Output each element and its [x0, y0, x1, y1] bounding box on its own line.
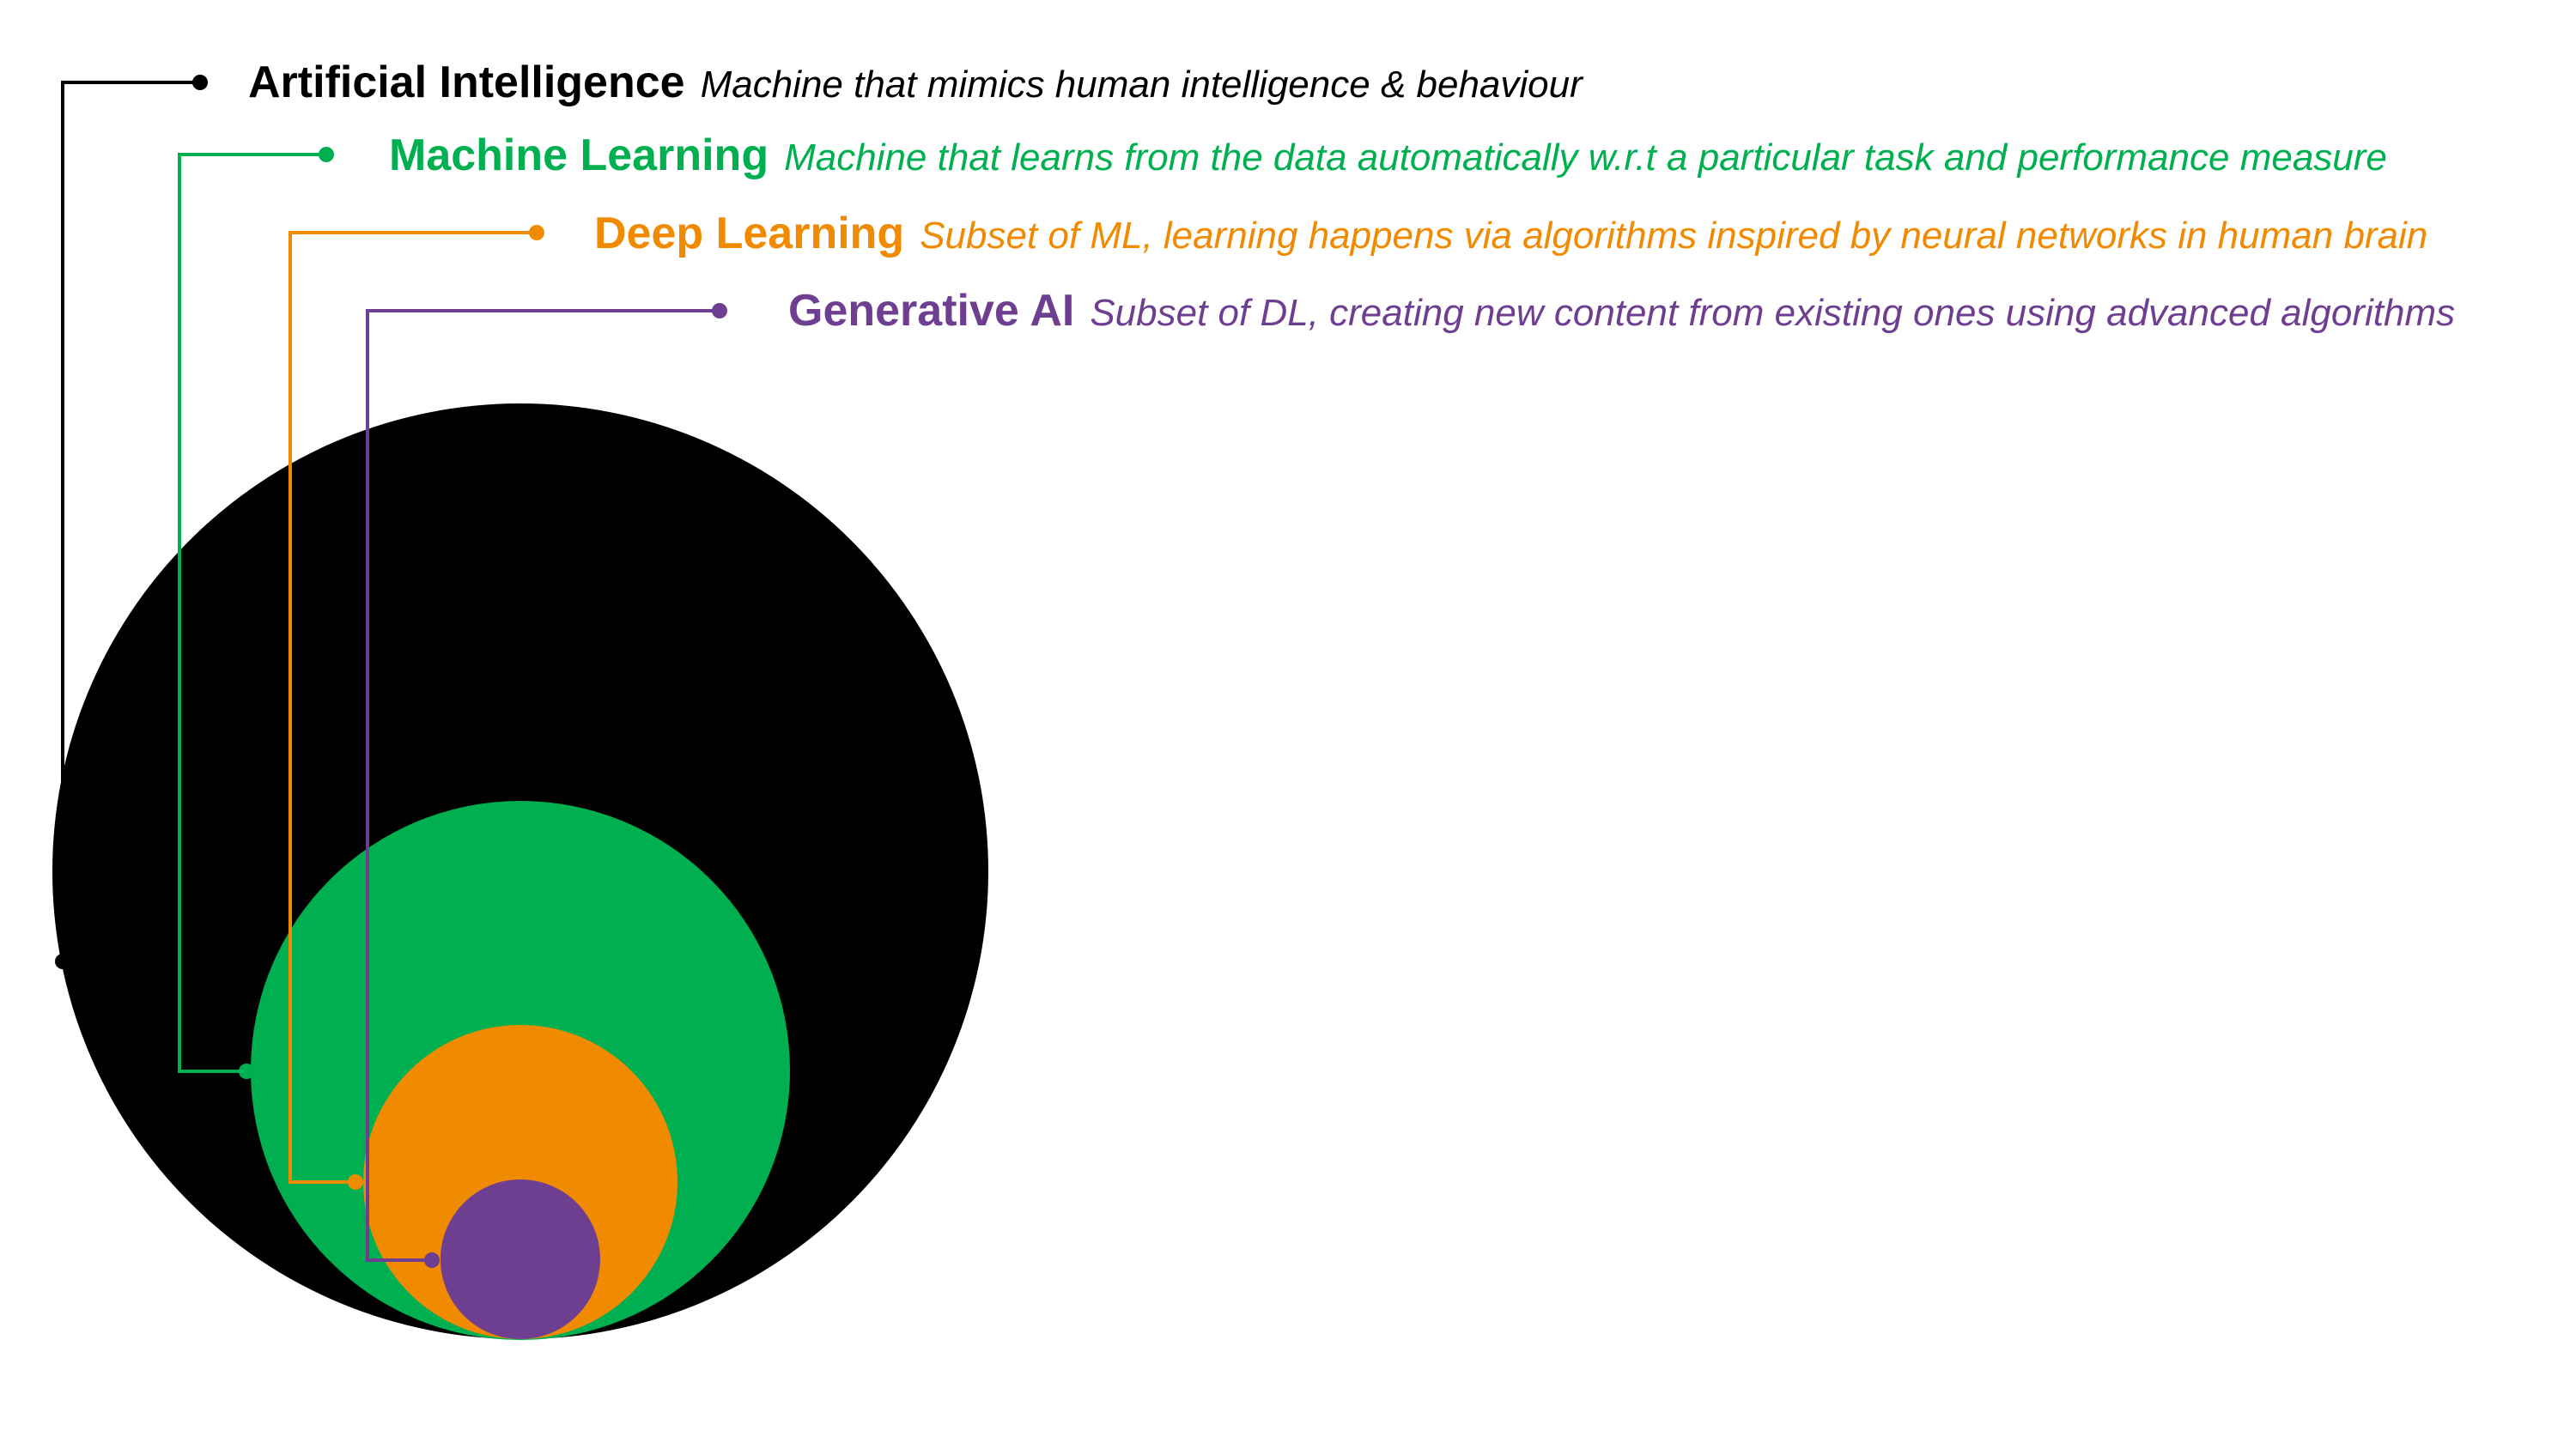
ai-connector-dot: [192, 75, 208, 90]
dl-label: Deep Learning Subset of ML, learning happ…: [594, 211, 2427, 256]
ml-connector-dot: [239, 1064, 254, 1079]
ml-description: Machine that learns from the data automa…: [784, 136, 2387, 179]
ai-term: Artificial Intelligence: [248, 58, 685, 107]
ml-term: Machine Learning: [389, 130, 769, 180]
dl-description: Subset of ML, learning happens via algor…: [920, 215, 2428, 257]
ai-connector-dot: [55, 954, 70, 969]
genai-label: Generative AI Subset of DL, creating new …: [788, 288, 2455, 333]
genai-connector-dot: [424, 1252, 440, 1268]
ml-connector-dot: [319, 147, 334, 162]
genai-connector-dot: [712, 303, 727, 318]
ml-label: Machine Learning Machine that learns from…: [389, 133, 2387, 178]
genai-description: Subset of DL, creating new content from …: [1090, 292, 2456, 334]
ai-label: Artificial Intelligence Machine that mimi…: [248, 60, 1583, 105]
genai-term: Generative AI: [788, 286, 1075, 336]
dl-connector-dot: [348, 1174, 363, 1190]
dl-connector-dot: [529, 225, 544, 240]
genai-circle: [440, 1179, 600, 1339]
ai-description: Machine that mimics human intelligence &…: [700, 64, 1583, 106]
dl-term: Deep Learning: [594, 209, 905, 258]
